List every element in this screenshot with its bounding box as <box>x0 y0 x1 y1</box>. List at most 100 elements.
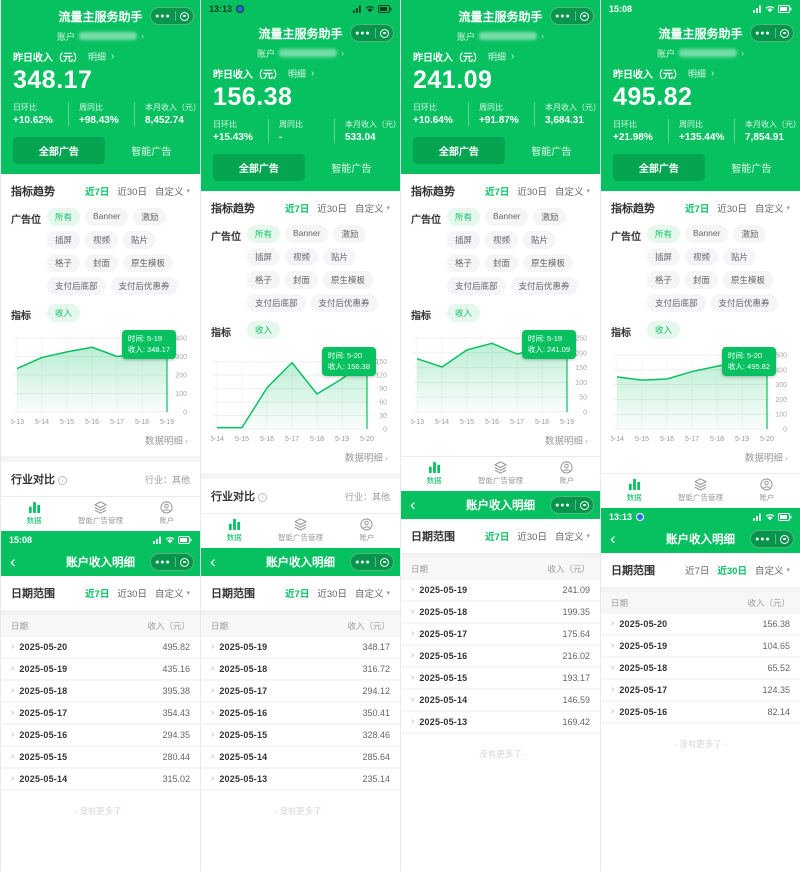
income-row[interactable]: ›2025-05-15280.44 <box>1 747 200 769</box>
range-7d[interactable]: 近7日 <box>285 201 309 215</box>
income-row[interactable]: ›2025-05-1865.52 <box>601 658 800 680</box>
tab-data[interactable]: 数据 <box>201 518 267 543</box>
income-row[interactable]: ›2025-05-17354.43 <box>1 703 200 725</box>
ad-slot-pill[interactable]: 所有 <box>47 208 80 226</box>
ad-slot-pill[interactable]: 封面 <box>485 254 518 272</box>
ad-slot-pill[interactable]: 封面 <box>285 271 318 289</box>
ad-slot-pill[interactable]: 贴片 <box>523 231 556 249</box>
income-row[interactable]: ›2025-05-19348.17 <box>201 637 400 659</box>
tab-smart-ads-management[interactable]: 智能广告管理 <box>67 501 133 526</box>
ad-slot-pill[interactable]: Banner <box>285 225 328 243</box>
ad-slot-pill[interactable]: 支付后底部 <box>447 277 506 295</box>
ad-slot-pill[interactable]: 贴片 <box>323 248 356 266</box>
data-detail-link[interactable]: 数据明细› <box>211 445 390 471</box>
metric-income-pill[interactable]: 收入 <box>47 304 80 322</box>
ad-slot-pill[interactable]: 封面 <box>685 271 718 289</box>
ad-slot-pill[interactable]: 激励 <box>533 208 566 226</box>
ad-slot-pill[interactable]: 插屏 <box>47 231 80 249</box>
tab-account[interactable]: 账户 <box>534 461 600 486</box>
tab-data[interactable]: 数据 <box>401 461 467 486</box>
minimize-icon[interactable] <box>580 12 589 21</box>
income-row[interactable]: ›2025-05-18395.38 <box>1 681 200 703</box>
ad-slot-pill[interactable]: 格子 <box>647 271 680 289</box>
wechat-capsule[interactable]: ●●● <box>350 553 394 571</box>
wechat-capsule[interactable]: ●●● <box>750 530 794 548</box>
wechat-capsule[interactable]: ●●● <box>350 24 394 42</box>
industry-compare-row[interactable]: 行业对比i 行业：其他 <box>1 462 200 496</box>
more-icon[interactable]: ●●● <box>355 30 371 37</box>
wechat-capsule[interactable]: ●●● <box>550 7 594 25</box>
range-30d[interactable]: 近30日 <box>517 184 547 198</box>
range-30d[interactable]: 近30日 <box>317 201 347 215</box>
range-custom[interactable]: 自定义 <box>755 201 784 215</box>
details-range-custom[interactable]: 自定义 <box>355 586 384 600</box>
smart-ads-button[interactable]: 智能广告 <box>115 143 188 158</box>
back-icon[interactable]: ‹ <box>610 528 616 550</box>
income-row[interactable]: ›2025-05-19104.65 <box>601 636 800 658</box>
ad-slot-pill[interactable]: 原生模板 <box>123 254 173 272</box>
account-selector[interactable]: 账户 › <box>601 45 800 61</box>
income-row[interactable]: ›2025-05-18316.72 <box>201 659 400 681</box>
income-row[interactable]: ›2025-05-19241.09 <box>401 580 600 602</box>
income-row[interactable]: ›2025-05-14315.02 <box>1 769 200 791</box>
income-row[interactable]: ›2025-05-17175.64 <box>401 624 600 646</box>
details-range-7d[interactable]: 近7日 <box>85 586 109 600</box>
all-ads-button[interactable]: 全部广告 <box>213 154 305 181</box>
account-selector[interactable]: 账户 › <box>401 28 600 44</box>
tab-account[interactable]: 账户 <box>134 501 200 526</box>
smart-ads-button[interactable]: 智能广告 <box>715 160 788 175</box>
back-icon[interactable]: ‹ <box>10 551 16 573</box>
ad-slot-pill[interactable]: 视频 <box>685 248 718 266</box>
ad-slot-pill[interactable]: 所有 <box>447 208 480 226</box>
all-ads-button[interactable]: 全部广告 <box>13 137 105 164</box>
income-row[interactable]: ›2025-05-13169.42 <box>401 712 600 734</box>
ad-slot-pill[interactable]: 所有 <box>647 225 680 243</box>
minimize-icon[interactable] <box>780 29 789 38</box>
detail-link[interactable]: 明细 <box>88 50 106 63</box>
back-icon[interactable]: ‹ <box>210 551 216 573</box>
wechat-capsule[interactable]: ●●● <box>750 24 794 42</box>
tab-data[interactable]: 数据 <box>1 501 67 526</box>
wechat-capsule[interactable]: ●●● <box>550 496 594 514</box>
ad-slot-pill[interactable]: 支付后优惠券 <box>711 294 778 312</box>
tab-smart-ads-management[interactable]: 智能广告管理 <box>267 518 333 543</box>
ad-slot-pill[interactable]: 格子 <box>47 254 80 272</box>
range-7d[interactable]: 近7日 <box>685 201 709 215</box>
metric-income-pill[interactable]: 收入 <box>247 321 280 339</box>
all-ads-button[interactable]: 全部广告 <box>613 154 705 181</box>
back-icon[interactable]: ‹ <box>410 494 416 516</box>
account-selector[interactable]: 账户 › <box>201 45 400 61</box>
more-icon[interactable]: ●●● <box>755 536 771 543</box>
trend-chart[interactable]: 0501001502002505-135-145-155-165-175-185… <box>411 330 590 428</box>
ad-slot-pill[interactable]: 原生模板 <box>723 271 773 289</box>
details-range-7d[interactable]: 近7日 <box>685 563 709 577</box>
range-custom[interactable]: 自定义 <box>555 184 584 198</box>
income-row[interactable]: ›2025-05-13235.14 <box>201 769 400 791</box>
tab-smart-ads-management[interactable]: 智能广告管理 <box>467 461 533 486</box>
income-row[interactable]: ›2025-05-15193.17 <box>401 668 600 690</box>
tab-smart-ads-management[interactable]: 智能广告管理 <box>667 478 733 503</box>
ad-slot-pill[interactable]: 格子 <box>447 254 480 272</box>
details-range-custom[interactable]: 自定义 <box>555 529 584 543</box>
ad-slot-pill[interactable]: 格子 <box>247 271 280 289</box>
detail-link[interactable]: 明细 <box>688 67 706 80</box>
wechat-capsule[interactable]: ●●● <box>150 553 194 571</box>
trend-chart[interactable]: 03060901201505-145-155-165-175-185-195-2… <box>211 347 390 445</box>
range-7d[interactable]: 近7日 <box>85 184 109 198</box>
ad-slot-pill[interactable]: 所有 <box>247 225 280 243</box>
data-detail-link[interactable]: 数据明细› <box>611 445 790 471</box>
more-icon[interactable]: ●●● <box>155 559 171 566</box>
income-row[interactable]: ›2025-05-14285.64 <box>201 747 400 769</box>
details-range-7d[interactable]: 近7日 <box>285 586 309 600</box>
minimize-icon[interactable] <box>180 558 189 567</box>
ad-slot-pill[interactable]: 支付后底部 <box>247 294 306 312</box>
range-custom[interactable]: 自定义 <box>355 201 384 215</box>
ad-slot-pill[interactable]: 激励 <box>133 208 166 226</box>
income-row[interactable]: ›2025-05-19435.16 <box>1 659 200 681</box>
ad-slot-pill[interactable]: 原生模板 <box>523 254 573 272</box>
tab-account[interactable]: 账户 <box>334 518 400 543</box>
trend-chart[interactable]: 01002003004005-135-145-155-165-175-185-1… <box>11 330 190 428</box>
range-30d[interactable]: 近30日 <box>117 184 147 198</box>
income-row[interactable]: ›2025-05-16350.41 <box>201 703 400 725</box>
income-row[interactable]: ›2025-05-17124.35 <box>601 680 800 702</box>
